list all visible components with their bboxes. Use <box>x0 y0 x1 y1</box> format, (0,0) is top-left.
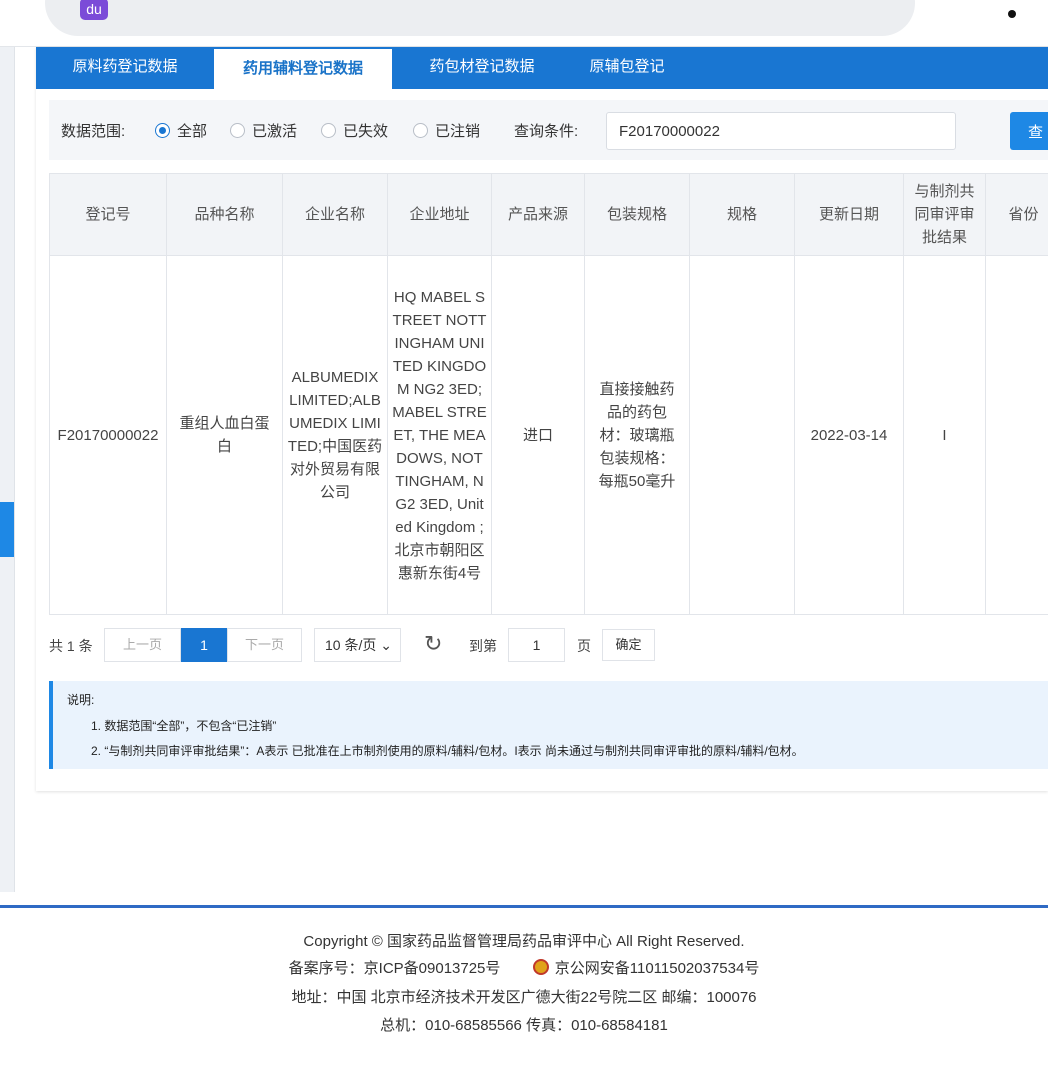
column-header: 企业名称 <box>283 174 388 256</box>
tab-packaging-registration[interactable]: 药包材登记数据 <box>392 47 572 89</box>
more-dots-icon[interactable] <box>1008 10 1016 18</box>
search-button[interactable]: 查 <box>1010 112 1048 150</box>
scope-option-label: 全部 <box>177 120 207 141</box>
notes-box: 说明: 1. 数据范围“全部”，不包含“已注销” 2. “与制剂共同审评审批结果… <box>49 681 1048 769</box>
page-1-button[interactable]: 1 <box>181 628 227 662</box>
page-size-value: 10 条/页 <box>325 637 376 653</box>
scope-label: 数据范围: <box>61 120 125 141</box>
confirm-goto-button[interactable]: 确定 <box>602 629 655 661</box>
query-input[interactable] <box>606 112 956 150</box>
goto-label: 到第 <box>469 636 497 656</box>
police-emblem-icon <box>533 959 549 975</box>
cell-address: HQ MABEL STREET NOTTINGHAM UNITED KINGDO… <box>388 256 492 615</box>
column-header: 规格 <box>690 174 795 256</box>
footer-filing-line: 备案序号：京ICP备09013725号 京公网安备11011502037534号 <box>0 957 1048 978</box>
radio-unchecked-icon <box>413 123 428 138</box>
column-header: 产品来源 <box>492 174 585 256</box>
radio-checked-icon <box>155 123 170 138</box>
footer-police-link[interactable]: 京公网安备11011502037534号 <box>555 960 760 977</box>
scope-option-label: 已失效 <box>343 120 388 141</box>
cell-spec <box>690 256 795 615</box>
notes-title: 说明: <box>67 691 94 708</box>
scope-radio-all[interactable]: 全部 <box>155 120 207 141</box>
pagination: 共 1 条 上一页 1 下一页 10 条/页 ⌄ ↻ 到第 页 确定 <box>49 628 1048 662</box>
goto-page-input[interactable] <box>508 628 565 662</box>
left-sidebar-strip <box>0 47 15 892</box>
cell-company: ALBUMEDIX LIMITED;ALBUMEDIX LIMITED;中国医药… <box>283 256 388 615</box>
column-header: 登记号 <box>50 174 167 256</box>
footer-copyright: Copyright © 国家药品监督管理局药品审评中心 All Right Re… <box>0 930 1048 951</box>
prev-page-button[interactable]: 上一页 <box>104 628 181 662</box>
table-row[interactable]: F20170000022 重组人血白蛋白 ALBUMEDIX LIMITED;A… <box>50 256 1048 615</box>
column-header: 包装规格 <box>585 174 690 256</box>
radio-unchecked-icon <box>230 123 245 138</box>
refresh-icon[interactable]: ↻ <box>424 629 442 659</box>
query-label: 查询条件: <box>514 120 578 141</box>
total-count: 共 1 条 <box>49 636 93 656</box>
cell-review-result: I <box>904 256 986 615</box>
next-page-button[interactable]: 下一页 <box>227 628 302 662</box>
cell-packaging: 直接接触药品的药包材：玻璃瓶包装规格：每瓶50毫升 <box>585 256 690 615</box>
registration-data-panel: 原料药登记数据 药用辅料登记数据 药包材登记数据 原辅包登记 数据范围: 全部 … <box>36 47 1048 791</box>
top-search-bar: du <box>0 0 1048 47</box>
cell-updated-date: 2022-03-14 <box>795 256 904 615</box>
scope-radio-active[interactable]: 已激活 <box>230 120 297 141</box>
footer-icp-link[interactable]: 备案序号：京ICP备09013725号 <box>289 960 501 977</box>
scope-option-label: 已注销 <box>435 120 480 141</box>
footer-address: 地址：中国 北京市经济技术开发区广德大街22号院二区 邮编：100076 <box>0 986 1048 1007</box>
footer-phone: 总机：010-68585566 传真：010-68584181 <box>0 1014 1048 1035</box>
radio-unchecked-icon <box>321 123 336 138</box>
tab-excipient-registration[interactable]: 药用辅料登记数据 <box>214 47 392 89</box>
column-header: 省份 <box>986 174 1048 256</box>
column-header: 更新日期 <box>795 174 904 256</box>
tab-api-registration[interactable]: 原料药登记数据 <box>36 47 214 89</box>
notes-line-1: 1. 数据范围“全部”，不包含“已注销” <box>91 717 276 734</box>
cell-province <box>986 256 1048 615</box>
cell-source: 进口 <box>492 256 585 615</box>
sidebar-active-marker[interactable] <box>0 502 14 557</box>
chevron-down-icon: ⌄ <box>380 637 392 653</box>
cell-reg-no: F20170000022 <box>50 256 167 615</box>
column-header: 企业地址 <box>388 174 492 256</box>
page-unit-label: 页 <box>577 636 591 656</box>
scope-option-label: 已激活 <box>252 120 297 141</box>
scope-radio-cancelled[interactable]: 已注销 <box>413 120 480 141</box>
filter-bar: 数据范围: 全部 已激活 已失效 已注销 查询条件: 查 <box>49 100 1048 160</box>
column-header: 与制剂共同审评审批结果 <box>904 174 986 256</box>
scope-radio-expired[interactable]: 已失效 <box>321 120 388 141</box>
column-header: 品种名称 <box>167 174 283 256</box>
results-table: 登记号 品种名称 企业名称 企业地址 产品来源 包装规格 规格 更新日期 与制剂… <box>49 173 1048 615</box>
table-header-row: 登记号 品种名称 企业名称 企业地址 产品来源 包装规格 规格 更新日期 与制剂… <box>50 174 1048 256</box>
app-logo-icon: du <box>80 0 108 20</box>
cell-product-name: 重组人血白蛋白 <box>167 256 283 615</box>
tab-bar: 原料药登记数据 药用辅料登记数据 药包材登记数据 原辅包登记 <box>36 47 1048 89</box>
search-pill[interactable]: du <box>45 0 915 36</box>
notes-line-2: 2. “与制剂共同审评审批结果”：A表示 已批准在上市制剂使用的原料/辅料/包材… <box>91 742 804 759</box>
tab-combined-registration[interactable]: 原辅包登记 <box>572 47 682 89</box>
page-size-select[interactable]: 10 条/页 ⌄ <box>314 628 401 662</box>
site-footer: Copyright © 国家药品监督管理局药品审评中心 All Right Re… <box>0 905 1048 1087</box>
